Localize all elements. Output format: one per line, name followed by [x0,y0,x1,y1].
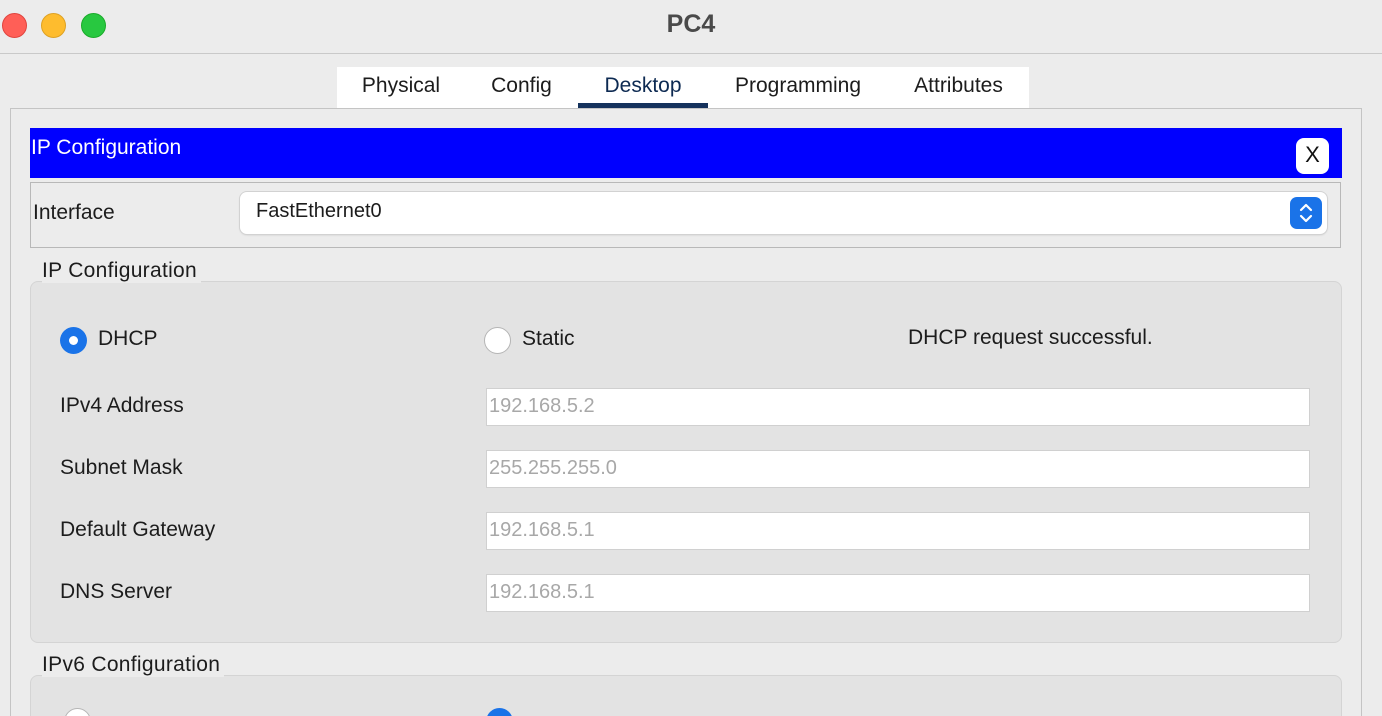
dhcp-status-message: DHCP request successful. [908,326,1153,349]
interface-label: Interface [33,201,115,224]
up-down-chevron-icon [1290,197,1322,229]
ip-configuration-title: IP Configuration [31,136,182,159]
dhcp-radio-label[interactable]: DHCP [98,327,158,351]
tab-config[interactable]: Config [465,67,578,108]
close-button[interactable]: X [1296,138,1329,174]
tab-attributes[interactable]: Attributes [888,67,1029,108]
ip-configuration-header: IP Configuration [30,128,1342,178]
ipv6-group-title: IPv6 Configuration [42,653,225,677]
static-radio[interactable] [484,327,511,354]
dns-server-field[interactable]: 192.168.5.1 [486,574,1310,612]
ipv4-group-title: IP Configuration [42,259,202,283]
interface-select-value: FastEthernet0 [256,200,382,222]
subnet-mask-field[interactable]: 255.255.255.0 [486,450,1310,488]
interface-select[interactable]: FastEthernet0 [240,192,1327,234]
subnet-mask-label: Subnet Mask [60,456,183,479]
tab-desktop[interactable]: Desktop [578,67,708,108]
ipv4-address-label: IPv4 Address [60,394,184,417]
dhcp-radio[interactable] [60,327,87,354]
default-gateway-field[interactable]: 192.168.5.1 [486,512,1310,550]
title-bar: PC4 [0,0,1382,54]
tab-bar: Physical Config Desktop Programming Attr… [337,67,1029,108]
tab-physical[interactable]: Physical [337,67,465,108]
ipv4-address-field[interactable]: 192.168.5.2 [486,388,1310,426]
tab-programming[interactable]: Programming [708,67,888,108]
default-gateway-label: Default Gateway [60,518,216,541]
dns-server-label: DNS Server [60,580,173,603]
static-radio-label[interactable]: Static [522,327,575,351]
ipv6-config-group [30,675,1342,716]
window-title: PC4 [666,10,716,38]
